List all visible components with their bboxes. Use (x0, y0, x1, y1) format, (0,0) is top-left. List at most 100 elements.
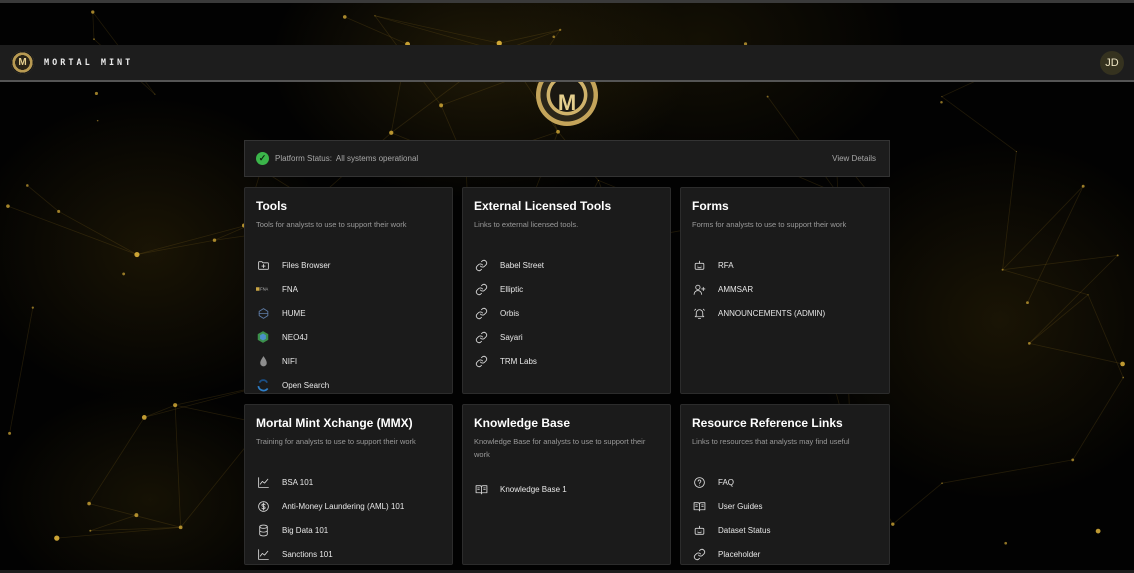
network-line (1002, 254, 1118, 271)
network-node (173, 403, 178, 408)
card-link-label: Big Data 101 (282, 525, 329, 535)
card-item-list: RFA AMMSAR ANNOUNCEMENTS (ADMIN) (692, 253, 878, 325)
card-link-orbis[interactable]: Orbis (474, 301, 659, 325)
network-line (374, 15, 500, 44)
card-link-label: Orbis (500, 308, 520, 318)
card-title: Forms (692, 199, 729, 213)
card-link-files-browser[interactable]: Files Browser (256, 253, 441, 277)
network-node (342, 15, 347, 19)
card-link-label: FNA (282, 284, 298, 294)
card-link-label: NEO4J (282, 332, 308, 342)
card-link-big-data-101[interactable]: Big Data 101 (256, 518, 441, 542)
network-node (141, 415, 147, 420)
card-link-dataset-status[interactable]: Dataset Status (692, 518, 878, 542)
network-node (8, 431, 12, 435)
database-icon (256, 523, 270, 537)
card-link-label: BSA 101 (282, 477, 314, 487)
network-node (1116, 254, 1119, 257)
status-value: All systems operational (335, 154, 419, 163)
network-node (1087, 294, 1089, 296)
card-title: External Licensed Tools (474, 199, 612, 213)
card-link-bsa-101[interactable]: BSA 101 (256, 470, 441, 494)
card-link-label: HUME (282, 308, 306, 318)
card-link-hume[interactable]: HUME (256, 301, 441, 325)
card-link-label: Placeholder (718, 549, 761, 559)
svg-text:FNA: FNA (260, 287, 268, 292)
card-description: Forms for analysts to use to support the… (692, 220, 847, 229)
card-mmx: Mortal Mint Xchange (MMX) Training for a… (244, 404, 453, 565)
network-line (90, 514, 137, 532)
card-link-faq[interactable]: FAQ (692, 470, 878, 494)
card-link-sanctions-101[interactable]: Sanctions 101 (256, 542, 441, 566)
card-link-label: RFA (718, 260, 734, 270)
top-navbar: M MORTAL MINT JD (0, 45, 1134, 82)
card-link-ammsar[interactable]: AMMSAR (692, 277, 878, 301)
network-node (559, 28, 562, 31)
card-link-announcements-admin[interactable]: ANNOUNCEMENTS (ADMIN) (692, 301, 878, 325)
link-icon (474, 354, 488, 368)
card-item-list: BSA 101 Anti-Money Laundering (AML) 101 Bi… (256, 470, 441, 566)
link-icon (474, 306, 488, 320)
network-node (1122, 376, 1125, 379)
book-icon (692, 499, 706, 513)
card-tools: Tools Tools for analysts to use to suppo… (244, 187, 453, 394)
card-link-babel-street[interactable]: Babel Street (474, 253, 659, 277)
network-node (389, 130, 394, 135)
card-link-rfa[interactable]: RFA (692, 253, 878, 277)
card-title: Resource Reference Links (692, 416, 843, 430)
network-line (7, 205, 138, 255)
network-line (27, 185, 59, 212)
card-link-nifi[interactable]: NIFI (256, 349, 441, 373)
status-label: Platform Status: (275, 154, 332, 163)
network-node (439, 103, 444, 108)
card-link-label: Sayari (500, 332, 523, 342)
network-node (1026, 301, 1029, 305)
user-plus-icon (692, 282, 706, 296)
card-link-label: User Guides (718, 501, 763, 511)
user-avatar[interactable]: JD (1100, 51, 1124, 75)
brand-logo-icon[interactable]: M (11, 51, 34, 74)
network-node (941, 482, 943, 484)
network-node (1027, 341, 1031, 345)
network-node (91, 10, 95, 14)
network-node (1120, 361, 1125, 367)
network-line (1087, 294, 1124, 378)
network-line (144, 404, 176, 418)
card-link-label: Babel Street (500, 260, 545, 270)
card-link-neo4j[interactable]: NEO4J (256, 325, 441, 349)
network-line (892, 482, 943, 525)
network-node (556, 129, 560, 134)
book-icon (474, 482, 488, 496)
card-link-user-guides[interactable]: User Guides (692, 494, 878, 518)
nifi-drop-icon (256, 354, 270, 368)
card-link-placeholder[interactable]: Placeholder (692, 542, 878, 566)
card-link-knowledge-base-1[interactable]: Knowledge Base 1 (474, 477, 659, 501)
card-link-trm-labs[interactable]: TRM Labs (474, 349, 659, 373)
card-link-sayari[interactable]: Sayari (474, 325, 659, 349)
card-link-label: AMMSAR (718, 284, 754, 294)
card-link-label: Elliptic (500, 284, 524, 294)
card-description: Knowledge Base for analysts to use to su… (474, 437, 646, 459)
card-description: Links to external licensed tools. (474, 220, 579, 229)
network-node (1004, 541, 1008, 545)
network-line (88, 417, 145, 504)
network-line (1002, 185, 1084, 270)
network-node (212, 238, 217, 242)
card-item-list: Knowledge Base 1 (474, 477, 659, 501)
brand-title[interactable]: MORTAL MINT (44, 58, 133, 68)
card-link-open-search[interactable]: Open Search (256, 373, 441, 397)
card-item-list: Files Browser FNA FNA HUME NEO4J NIFI Open Sea… (256, 253, 441, 397)
network-node (374, 15, 376, 17)
link-icon (474, 282, 488, 296)
view-details-link[interactable]: View Details (832, 154, 876, 163)
network-line (941, 96, 1017, 152)
card-link-fna[interactable]: FNA FNA (256, 277, 441, 301)
card-link-anti-money-laundering-aml-101[interactable]: Anti-Money Laundering (AML) 101 (256, 494, 441, 518)
card-link-elliptic[interactable]: Elliptic (474, 277, 659, 301)
folder-plus-icon (256, 258, 270, 272)
card-item-list: Babel Street Elliptic Orbis Sayari TRM Labs (474, 253, 659, 373)
network-line (1072, 377, 1124, 461)
network-line (499, 29, 561, 44)
card-link-label: Files Browser (282, 260, 331, 270)
hume-logo-icon (256, 306, 270, 320)
